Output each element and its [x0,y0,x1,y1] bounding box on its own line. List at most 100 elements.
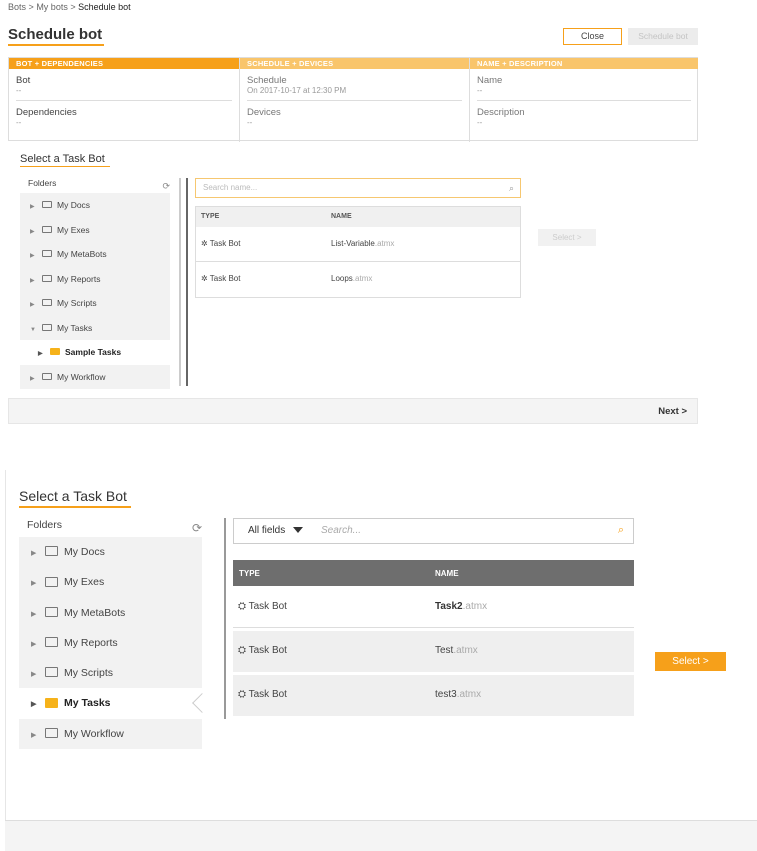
chevron-right-icon[interactable]: ▶ [30,269,38,294]
folder-item-my-reports[interactable]: ▶ My Reports [20,266,170,294]
folder-item-my-exes[interactable]: ▶ My Exes [20,217,170,245]
wizard-footer [5,820,757,851]
folder-item-my-tasks[interactable]: ▶ My Tasks [19,688,212,720]
field-filter-dropdown[interactable]: All fields [248,525,304,536]
step-schedule-devices[interactable]: SCHEDULE + DEVICES Schedule On 2017-10-1… [240,58,469,142]
search-input[interactable]: Search name... ⌕ [195,178,521,198]
folder-icon [45,667,58,678]
folder-tree: Folders ⟳ ▶ My Docs ▶ My Exes ▶ My MetaBots… [20,174,170,392]
select-button[interactable]: Select > [655,652,726,671]
next-button[interactable]: Next > [658,406,687,417]
chevron-down-icon[interactable]: ▼ [30,318,38,343]
folder-item-my-metabots[interactable]: ▶ My MetaBots [19,597,202,630]
bot-icon: ⛭ [238,601,246,612]
pane-divider [224,518,226,719]
column-name[interactable]: NAME [331,213,352,220]
chevron-right-icon[interactable]: ▶ [31,600,41,630]
chevron-right-icon[interactable]: ▶ [31,539,41,569]
breadcrumb-current: Schedule bot [78,2,131,12]
chevron-right-icon[interactable]: ▶ [31,660,41,690]
chevron-right-icon[interactable]: ▶ [30,293,38,318]
table-row[interactable]: ✲ Task Bot Loops.atmx [196,262,520,297]
chevron-right-icon[interactable]: ▶ [31,569,41,599]
folder-icon [42,201,52,209]
table-header: TYPE NAME [233,560,634,586]
field-value: -- [477,118,483,127]
field-value: -- [247,118,253,127]
divider [247,100,462,101]
title-underline [19,506,131,508]
table-row[interactable]: ⛭ Task Bot test3.atmx [233,675,634,716]
folder-item-my-reports[interactable]: ▶ My Reports [19,627,202,660]
schedule-bot-panel: Bots > My bots > Schedule bot Schedule b… [0,0,706,425]
chevron-right-icon[interactable]: ▶ [30,195,38,220]
folder-item-sample-tasks[interactable]: ▶ Sample Tasks [20,340,170,365]
chevron-right-icon[interactable]: ▶ [31,690,41,720]
folder-item-my-metabots[interactable]: ▶ My MetaBots [20,242,170,267]
folder-item-my-docs[interactable]: ▶ My Docs [19,537,202,569]
chevron-right-icon[interactable]: ▶ [38,342,46,367]
folders-header: Folders ⟳ [19,514,202,537]
folders-label: Folders [27,519,63,531]
folder-item-my-tasks[interactable]: ▼ My Tasks [20,315,170,343]
step-header: SCHEDULE + DEVICES [240,58,469,69]
bot-icon: ⛭ [238,645,246,656]
breadcrumb-my-bots[interactable]: My bots [36,2,68,12]
title-underline [8,44,104,46]
select-task-bot-panel: Select a Task Bot Folders ⟳ ▶ My Docs ▶ My… [0,470,757,851]
bot-table: TYPE NAME ✲ Task Bot List-Variable.atmx … [195,206,521,298]
step-bot-dependencies[interactable]: BOT + DEPENDENCIES Bot -- Dependencies -… [9,58,239,142]
pane-divider [179,178,181,386]
chevron-right-icon[interactable]: ▶ [31,630,41,660]
select-button[interactable]: Select > [538,229,596,246]
search-bar: All fields Search... ⌕ [233,518,634,544]
folder-item-my-workflow[interactable]: ▶ My Workflow [20,364,170,392]
chevron-right-icon[interactable]: ▶ [30,367,38,392]
column-name[interactable]: NAME [435,569,459,578]
chevron-right-icon[interactable]: ▶ [30,244,38,269]
title-underline [20,166,110,167]
field-label: Schedule [247,75,287,86]
table-row[interactable]: ⛭ Task Bot Task2.atmx [233,587,634,628]
search-icon[interactable]: ⌕ [509,179,514,197]
folder-item-my-docs[interactable]: ▶ My Docs [20,193,170,218]
folder-icon [45,546,58,557]
chevron-right-icon[interactable]: ▶ [30,220,38,245]
folder-item-my-exes[interactable]: ▶ My Exes [19,567,202,599]
folder-icon [42,274,52,282]
page-title: Schedule bot [8,26,103,43]
folder-icon [50,348,60,356]
folder-icon [45,637,58,648]
bot-icon: ⛭ [238,689,246,700]
bot-icon: ✲ [201,274,208,283]
search-icon[interactable]: ⌕ [618,524,624,537]
folder-icon [45,697,58,708]
field-value: -- [16,118,22,127]
folder-item-my-workflow[interactable]: ▶ My Workflow [19,718,202,751]
breadcrumb-bots[interactable]: Bots [8,2,26,12]
step-header: NAME + DESCRIPTION [470,58,698,69]
chevron-right-icon[interactable]: ▶ [31,721,41,751]
caret-down-icon [293,527,304,534]
step-name-description[interactable]: NAME + DESCRIPTION Name -- Description -… [470,58,698,142]
step-header: BOT + DEPENDENCIES [9,58,239,69]
field-label: Devices [247,107,281,118]
folder-item-my-scripts[interactable]: ▶ My Scripts [19,658,202,690]
divider [477,100,691,101]
folder-icon [45,606,58,617]
field-value: On 2017-10-17 at 12:30 PM [247,86,347,95]
folder-icon [42,225,52,233]
column-type[interactable]: TYPE [239,569,260,578]
table-row[interactable]: ✲ Task Bot List-Variable.atmx [196,227,520,262]
folders-header: Folders ⟳ [20,174,170,193]
table-row[interactable]: ⛭ Task Bot Test.atmx [233,631,634,672]
folder-open-icon [42,323,52,331]
field-label: Bot [16,75,31,86]
close-button[interactable]: Close [563,28,622,45]
folder-item-my-scripts[interactable]: ▶ My Scripts [20,291,170,316]
search-input[interactable]: Search... [321,525,361,536]
wizard-steps: BOT + DEPENDENCIES Bot -- Dependencies -… [8,57,698,142]
table-header: TYPE NAME [196,207,520,227]
schedule-bot-button[interactable]: Schedule bot [628,28,698,45]
column-type[interactable]: TYPE [201,213,219,220]
